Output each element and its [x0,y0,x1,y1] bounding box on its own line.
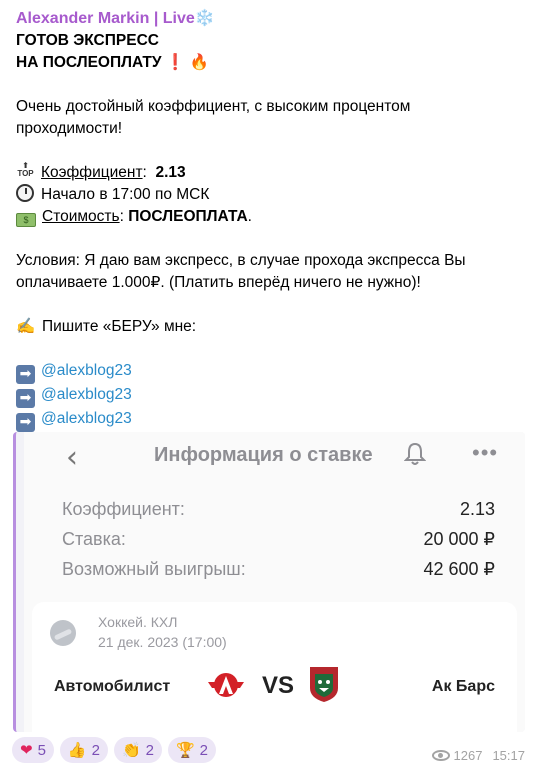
start-text: Начало в 17:00 по МСК [41,186,210,203]
match-date: 21 дек. 2023 (17:00) [98,634,227,650]
eye-icon [431,750,450,761]
write-text: Пишите «БЕРУ» мне: [42,318,197,335]
bell-icon [404,442,426,465]
cost-sep: : [119,208,124,225]
clapping-hands-icon: 👏 [121,741,141,759]
reaction-count: 2 [199,741,209,759]
row-value: 2.13 [459,499,495,519]
snowflake-icon: ❄️ [194,10,215,27]
bet-screenshot-content: ‹ Информация о ставке ••• Коэффициент: 2.… [24,432,525,732]
coef-value: 2.13 [155,164,186,181]
reaction-trophy[interactable]: 🏆 2 [167,737,217,763]
cost-label: Стоимость [42,208,120,225]
contact-link-1[interactable]: @alexblog23 [41,362,132,379]
row-label: Коэффициент: [62,499,185,519]
bet-details: Коэффициент: 2.13 Ставка: 20 000 ₽ Возможн… [62,494,495,584]
reaction-thumbs-up[interactable]: 👍 2 [59,737,108,763]
message-meta: 1267 15:17 [431,748,525,763]
reactions-bar: ❤ 5 👍 2 👏 2 🏆 2 [12,737,217,763]
bet-row-stake: Ставка: 20 000 ₽ [62,524,495,554]
message-time: 15:17 [492,748,525,763]
author-name-text[interactable]: Alexander Markin | Live [16,10,195,27]
away-team: Ак Барс [431,678,495,695]
bet-header: ‹ Информация о ставке ••• [24,432,525,478]
coefficient-line: ⬆ TOP Коэффициент: 2.13 [16,162,521,184]
row-label: Ставка: [62,529,126,549]
right-arrow-icon: ➡ [16,413,35,432]
conditions-line-2: оплачиваете 1.000₽. (Платить вперёд ниче… [16,274,421,291]
cost-line: $ Стоимость: ПОСЛЕОПЛАТА. [16,206,521,228]
coef-label: Коэффициент [41,164,143,181]
league-name: Хоккей. КХЛ [98,614,178,630]
bet-row-coef: Коэффициент: 2.13 [62,494,495,524]
title-line-1: ГОТОВ ЭКСПРЕСС [16,32,159,49]
exclamation-fire-icon: ❗ 🔥 [165,54,209,71]
contact-link-3[interactable]: @alexblog23 [41,410,132,427]
thumbs-up-icon: 👍 [67,741,87,759]
trophy-icon: 🏆 [175,741,195,759]
cost-end: . [247,208,252,225]
row-value: 20 000 ₽ [423,529,495,549]
link-line-3: ➡ @alexblog23 [16,408,521,432]
title-line-2-text: НА ПОСЛЕОПЛАТУ [16,54,162,71]
right-arrow-icon: ➡ [16,389,35,408]
money-icon: $ [16,213,36,227]
versus-label: VS [262,672,295,699]
row-label: Возможный выигрыш: [62,559,246,579]
home-team: Автомобилист [54,678,171,695]
more-icon: ••• [472,440,499,465]
row-value: 42 600 ₽ [423,559,495,579]
right-arrow-icon: ➡ [16,365,35,384]
link-line-1: ➡ @alexblog23 [16,360,521,384]
author-name[interactable]: Alexander Markin | Live❄️ [16,8,521,30]
bet-row-payout: Возможный выигрыш: 42 600 ₽ [62,554,495,584]
description-line-2: проходимости! [16,120,123,137]
match-card: Хоккей. КХЛ 21 дек. 2023 (17:00) Автомоб… [32,602,517,732]
conditions-line-1: Условия: Я даю вам экспресс, в случае пр… [16,252,466,269]
views-count: 1267 [453,748,483,763]
title-line-2: НА ПОСЛЕОПЛАТУ ❗ 🔥 [16,52,521,74]
reaction-clap[interactable]: 👏 2 [113,737,162,763]
reaction-count: 2 [91,741,100,759]
hockey-puck-icon [50,620,76,646]
cost-value: ПОСЛЕОПЛАТА [128,208,248,225]
reaction-count: 2 [145,741,154,759]
contact-link-2[interactable]: @alexblog23 [41,386,132,403]
clock-icon [16,184,34,202]
views-count-wrap: 1267 [431,748,483,763]
writing-hand-icon: ✍️ [16,318,36,335]
reaction-heart[interactable]: ❤ 5 [12,737,54,763]
ak-bars-logo-icon [310,667,338,702]
bet-info-title: Информация о ставке [154,444,373,466]
reaction-count: 5 [37,741,46,759]
description-line-1: Очень достойный коэффициент, с высоким п… [16,98,411,115]
link-line-2: ➡ @alexblog23 [16,384,521,408]
avtomobilist-logo-icon [208,673,244,697]
top-arrow-icon: ⬆ TOP [17,161,34,178]
heart-icon: ❤ [20,741,33,759]
bet-screenshot[interactable]: ‹ Информация о ставке ••• Коэффициент: 2.… [13,432,525,732]
start-line: Начало в 17:00 по МСК [16,184,521,206]
coef-sep: : [142,164,147,181]
write-line: ✍️ Пишите «БЕРУ» мне: [16,316,521,338]
back-icon: ‹ [66,440,78,475]
